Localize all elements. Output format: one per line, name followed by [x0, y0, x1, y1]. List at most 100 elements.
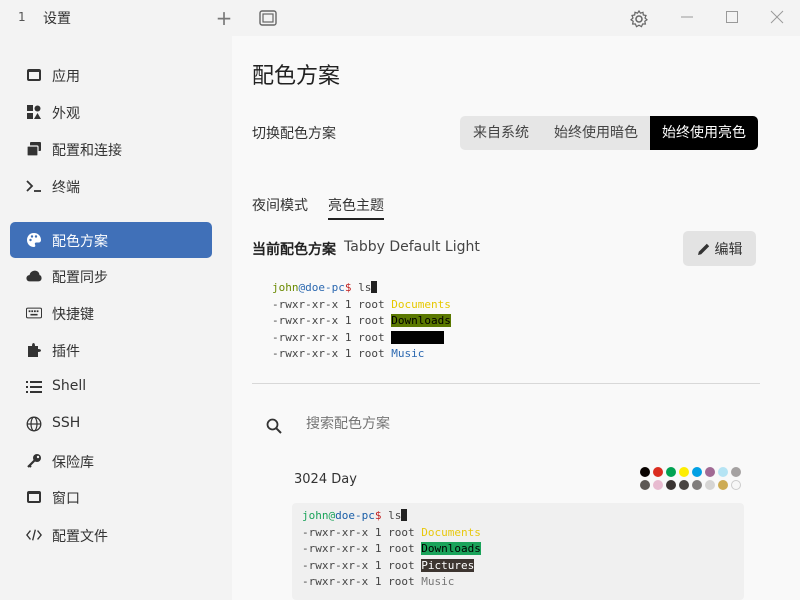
preview-perm: -rwxr-xr-x: [302, 575, 369, 588]
scheme-preview: john@doe-pc$ ls -rwxr-xr-x 1 root Docume…: [302, 508, 481, 591]
sidebar-item-label: 应用: [52, 69, 80, 85]
active-tab-underline: [328, 218, 384, 220]
tab-light-theme[interactable]: 亮色主题: [328, 195, 384, 215]
tab-number: 1: [18, 10, 26, 24]
cloud-icon: [26, 268, 42, 284]
sidebar-item-label: 插件: [52, 344, 80, 360]
preview-owner: 1 root: [368, 558, 422, 572]
terminal-preview: john@doe-pc$ ls -rwxr-xr-x 1 root Docume…: [272, 280, 451, 363]
color-swatch: [640, 467, 650, 477]
cursor: [371, 281, 378, 293]
color-swatch: [679, 480, 689, 490]
settings-tab[interactable]: 1 设置 +: [0, 0, 242, 36]
key-icon: [26, 453, 42, 469]
sidebar-item-color-scheme[interactable]: 配色方案: [10, 222, 212, 258]
cursor: [401, 509, 408, 521]
sidebar-item-label: 终端: [52, 180, 80, 196]
sidebar-item-label: 快捷键: [52, 307, 94, 323]
pencil-icon: [697, 243, 709, 255]
swatch-row: [640, 480, 744, 490]
terminal-icon: [26, 178, 42, 194]
sidebar-item-shell[interactable]: Shell: [10, 369, 212, 405]
edit-button[interactable]: 编辑: [683, 231, 756, 266]
sidebar-item-label: 外观: [52, 106, 80, 122]
color-swatch: [731, 480, 741, 490]
sidebar: 应用 外观 配置和连接 终端 配色方案 配置同步 快捷键 插件 Shell SS…: [0, 36, 232, 600]
sidebar-item-app[interactable]: 应用: [10, 57, 212, 93]
gear-icon[interactable]: [629, 9, 649, 29]
edit-label: 编辑: [714, 241, 743, 258]
list-icon: [26, 379, 42, 395]
window-icon: [26, 67, 42, 83]
mode-dark-button[interactable]: 始终使用暗色: [542, 116, 650, 150]
color-swatch: [705, 467, 715, 477]
preview-file: Pictures: [391, 330, 445, 344]
preview-command: ls: [351, 281, 372, 294]
color-swatch: [692, 467, 702, 477]
color-swatch: [653, 467, 663, 477]
preview-owner: 1 root: [338, 314, 392, 327]
sidebar-item-appearance[interactable]: 外观: [10, 94, 212, 130]
maximize-icon[interactable]: [723, 8, 741, 26]
sidebar-item-label: 窗口: [52, 491, 80, 507]
color-swatch: [718, 480, 728, 490]
tab-night-mode[interactable]: 夜间模式: [252, 195, 308, 215]
code-icon: [26, 527, 42, 543]
sidebar-item-vault[interactable]: 保险库: [10, 443, 212, 479]
preview-perm: -rwxr-xr-x: [272, 297, 339, 311]
sidebar-item-label: SSH: [52, 415, 81, 431]
color-swatch: [705, 480, 715, 490]
add-tab-button[interactable]: +: [214, 6, 234, 30]
window-icon[interactable]: [259, 10, 277, 26]
preview-perm: -rwxr-xr-x: [272, 330, 339, 344]
puzzle-icon: [26, 342, 42, 358]
preview-owner: 1 root: [338, 330, 392, 344]
sidebar-item-terminal[interactable]: 终端: [10, 168, 212, 204]
page-title: 配色方案: [252, 64, 341, 89]
switch-scheme-label: 切换配色方案: [252, 126, 336, 142]
sidebar-item-window[interactable]: 窗口: [10, 479, 212, 515]
preview-user: john: [272, 281, 299, 294]
preview-file: Music: [391, 347, 425, 360]
mode-system-button[interactable]: 来自系统: [460, 116, 542, 150]
scheme-card[interactable]: john@doe-pc$ ls -rwxr-xr-x 1 root Docume…: [292, 503, 744, 600]
minimize-icon[interactable]: [678, 8, 696, 26]
current-scheme-value: Tabby Default Light: [344, 239, 480, 255]
preview-owner: 1 root: [338, 347, 392, 360]
main-content: 配色方案 切换配色方案 来自系统 始终使用暗色 始终使用亮色 夜间模式 亮色主题…: [232, 36, 800, 600]
sidebar-item-hotkeys[interactable]: 快捷键: [10, 295, 212, 331]
divider: [252, 383, 760, 384]
sidebar-item-plugins[interactable]: 插件: [10, 332, 212, 368]
preview-owner: 1 root: [338, 297, 392, 311]
sidebar-item-label: 配色方案: [52, 234, 108, 250]
preview-perm: -rwxr-xr-x: [302, 558, 369, 572]
color-swatch: [653, 480, 663, 490]
preview-perm: -rwxr-xr-x: [302, 542, 369, 555]
color-swatch: [731, 467, 741, 477]
preview-user: john: [302, 509, 329, 522]
window-icon: [26, 489, 42, 505]
tab-title: 设置: [43, 11, 71, 27]
swatch-row: [640, 467, 744, 477]
mode-light-button[interactable]: 始终使用亮色: [650, 116, 758, 150]
preview-command: ls: [381, 509, 402, 522]
close-icon[interactable]: [768, 8, 786, 26]
preview-host: doe-pc: [335, 509, 375, 522]
preview-perm: -rwxr-xr-x: [302, 525, 369, 539]
shapes-icon: [26, 104, 42, 120]
preview-perm: -rwxr-xr-x: [272, 347, 339, 360]
sidebar-item-label: Shell: [52, 378, 87, 394]
preview-prompt: $: [374, 509, 382, 522]
color-swatch: [718, 467, 728, 477]
sidebar-item-sync[interactable]: 配置同步: [10, 258, 212, 294]
globe-icon: [26, 416, 42, 432]
preview-file: Documents: [391, 297, 451, 311]
search-input[interactable]: [306, 416, 606, 432]
preview-file: Downloads: [421, 542, 481, 555]
scheme-name: 3024 Day: [294, 472, 357, 487]
sidebar-item-label: 配置和连接: [52, 143, 122, 159]
sidebar-item-config-file[interactable]: 配置文件: [10, 517, 212, 553]
sidebar-item-ssh[interactable]: SSH: [10, 406, 212, 442]
sidebar-item-profiles[interactable]: 配置和连接: [10, 131, 212, 167]
preview-prompt: $: [344, 281, 352, 294]
